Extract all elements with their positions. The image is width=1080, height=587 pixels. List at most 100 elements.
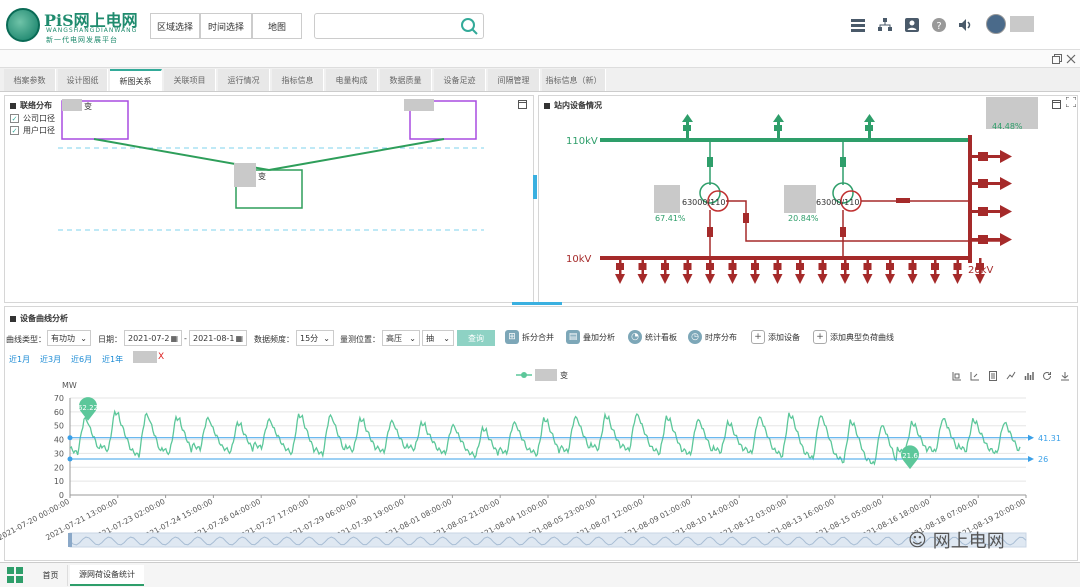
- stats-board-icon: ◔: [628, 330, 642, 344]
- y-tick-label: 20: [54, 463, 64, 472]
- tab-7[interactable]: 电量构成: [326, 69, 378, 91]
- tab-5[interactable]: 运行情况: [218, 69, 270, 91]
- reference-line-arrow: [1028, 455, 1034, 462]
- remove-device-icon[interactable]: X: [158, 352, 164, 362]
- bottom-taskbar: [0, 562, 1080, 587]
- outgoing-feeders-10kv: [615, 258, 985, 284]
- organization-icon[interactable]: [877, 17, 893, 33]
- min-marker-label: 21.6: [902, 452, 918, 460]
- position-select[interactable]: 高压 ⌄: [382, 330, 420, 346]
- restore-window-icon[interactable]: [1052, 54, 1062, 64]
- tab-bar: [0, 68, 1080, 92]
- grid-menu-icon[interactable]: [6, 566, 24, 584]
- date-end-input[interactable]: 2021-08-1 ▦: [189, 330, 247, 346]
- overlay-analysis-button[interactable]: ▤ 叠加分析: [566, 330, 615, 344]
- contact-card-icon[interactable]: [904, 17, 920, 33]
- y-axis-unit: MW: [62, 381, 77, 390]
- tab-9[interactable]: 设备足迹: [434, 69, 486, 91]
- splitter-handle[interactable]: [533, 175, 537, 199]
- split-merge-label: 拆分合并: [522, 332, 554, 342]
- transformer-1-load: 67.41%: [655, 214, 686, 223]
- time-distribution-button[interactable]: ◷ 时序分布: [688, 330, 737, 344]
- username-redacted: [1010, 16, 1034, 32]
- load-curve-chart[interactable]: MW01020304050607041.312662.2221.62021-07…: [0, 378, 1080, 550]
- speaker-icon[interactable]: [957, 17, 973, 33]
- side-select[interactable]: 抽 ⌄: [422, 330, 454, 346]
- tab-2[interactable]: 设计图纸: [58, 69, 108, 91]
- calendar-icon[interactable]: ▦: [235, 334, 243, 343]
- date-start-value: 2021-07-2: [128, 333, 170, 343]
- redacted-name: [654, 185, 680, 213]
- add-typical-curve-label: 添加典型负荷曲线: [830, 332, 894, 342]
- wechat-icon: ☺: [908, 529, 927, 551]
- bus-10kv-label: 10kV: [566, 254, 592, 265]
- redacted-name: [784, 185, 816, 213]
- logo-globe-icon: [6, 8, 40, 42]
- chevron-down-icon: ⌄: [409, 333, 416, 343]
- range-3-months[interactable]: 近3月: [40, 354, 61, 365]
- tab-6[interactable]: 指标信息: [272, 69, 324, 91]
- date-start-input[interactable]: 2021-07-2 ▦: [124, 330, 182, 346]
- tab-10[interactable]: 间隔管理: [488, 69, 540, 91]
- overlay-analysis-label: 叠加分析: [583, 332, 615, 342]
- freq-select[interactable]: 15分 ⌄: [296, 330, 334, 346]
- map-button[interactable]: 地图: [252, 13, 302, 39]
- transformer-2-load: 20.84%: [788, 214, 819, 223]
- tab-8[interactable]: 数据质量: [380, 69, 432, 91]
- max-marker-label: 62.22: [78, 404, 98, 412]
- logo-subtitle-en: WANGSHANGDIANWANG: [46, 27, 138, 34]
- search-input[interactable]: [314, 13, 484, 39]
- y-tick-label: 10: [54, 477, 64, 486]
- datazoom-handle-left: [68, 533, 72, 547]
- average-line-arrow: [1028, 434, 1034, 441]
- curve-type-label: 曲线类型：: [6, 335, 46, 344]
- tab-3[interactable]: 新图关系: [110, 69, 162, 91]
- redacted-name: [234, 163, 256, 187]
- search-icon[interactable]: [460, 17, 478, 35]
- stats-board-button[interactable]: ◔ 统计看板: [628, 330, 677, 344]
- contact-diagram: 变 变: [58, 99, 484, 231]
- query-button[interactable]: 查询: [457, 330, 495, 346]
- curve-type-value: 有功功: [51, 333, 75, 343]
- title-marker: [10, 315, 16, 322]
- range-6-months[interactable]: 近6月: [71, 354, 92, 365]
- range-1-year[interactable]: 近1年: [102, 354, 123, 365]
- redacted-device-tag: [133, 351, 157, 363]
- tab-1[interactable]: 档案参数: [4, 69, 56, 91]
- region-select-button[interactable]: 区域选择: [150, 13, 200, 39]
- split-merge-icon: ⊞: [505, 330, 519, 344]
- y-tick-label: 50: [54, 422, 64, 431]
- tab-4[interactable]: 关联项目: [164, 69, 216, 91]
- avatar[interactable]: [986, 14, 1006, 34]
- date-label: 日期：: [98, 335, 122, 344]
- curve-type-select[interactable]: 有功功 ⌄: [47, 330, 91, 346]
- add-typical-curve-button[interactable]: + 添加典型负荷曲线: [813, 330, 894, 344]
- close-icon[interactable]: [1066, 54, 1076, 64]
- calendar-icon[interactable]: ▦: [170, 334, 178, 343]
- stats-board-label: 统计看板: [645, 332, 677, 342]
- help-icon[interactable]: ?: [931, 17, 947, 33]
- plus-icon: +: [813, 330, 827, 344]
- horizontal-splitter-handle[interactable]: [512, 302, 562, 305]
- date-separator: -: [184, 334, 187, 343]
- freq-value: 15分: [300, 333, 319, 343]
- station-single-line-diagram: 110kV 63000/110 67.41% 63000/110 20.84% …: [566, 97, 1038, 284]
- menu-list-icon[interactable]: [850, 17, 866, 33]
- position-value: 高压: [386, 333, 402, 343]
- y-tick-label: 40: [54, 436, 64, 445]
- reference-line-label: 26: [1038, 455, 1048, 464]
- logo-subtitle-cn: 新一代电网发展平台: [46, 36, 118, 44]
- time-select-button[interactable]: 时间选择: [200, 13, 252, 39]
- average-line-label: 41.31: [1038, 434, 1061, 443]
- freq-label: 数据频度：: [254, 335, 294, 344]
- split-merge-button[interactable]: ⊞ 拆分合并: [505, 330, 554, 344]
- tab-11[interactable]: 指标信息（新）: [542, 69, 606, 91]
- bus-20kv-label: 20kV: [968, 265, 994, 276]
- plus-icon: +: [751, 330, 765, 344]
- footer-tab-device-stats[interactable]: 源网荷设备统计: [70, 565, 144, 586]
- footer-tab-home[interactable]: 首页: [34, 565, 68, 586]
- range-1-month[interactable]: 近1月: [9, 354, 30, 365]
- add-device-button[interactable]: + 添加设备: [751, 330, 800, 344]
- device-curve-title: 设备曲线分析: [10, 313, 68, 324]
- y-tick-label: 60: [54, 408, 64, 417]
